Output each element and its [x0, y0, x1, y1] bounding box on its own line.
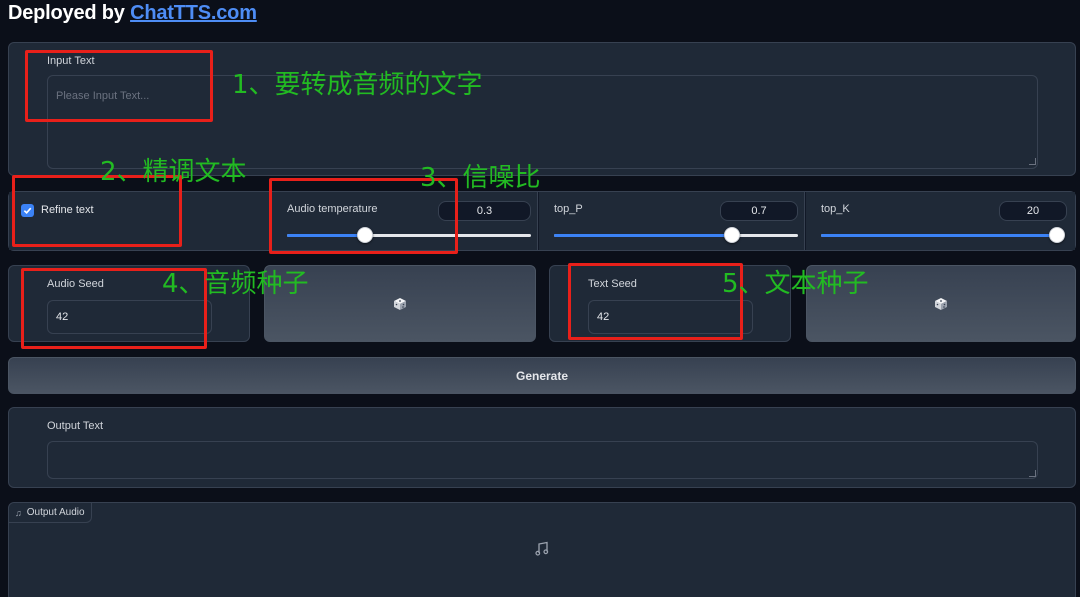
slider-thumb[interactable] — [1049, 227, 1065, 243]
annotation-text-4: 4、音频种子 — [162, 269, 309, 299]
dice-icon — [935, 297, 947, 310]
output-audio-label: Output Audio — [26, 507, 85, 518]
annotation-text-3: 3、信噪比 — [420, 163, 541, 193]
music-note-icon: ♫ — [15, 507, 22, 518]
resize-grip-icon[interactable] — [1029, 470, 1036, 477]
output-audio-panel: ♫ Output Audio — [8, 502, 1076, 597]
slider-track[interactable] — [554, 227, 798, 243]
music-note-icon — [534, 541, 550, 562]
slider-cell-top-k: top_K 20 — [806, 192, 1075, 250]
slider-label: top_P — [554, 203, 583, 215]
slider-fill — [554, 234, 733, 237]
output-text-area[interactable] — [47, 441, 1038, 479]
annotation-text-2: 2、精调文本 — [100, 157, 247, 187]
annotation-text-1: 1、要转成音频的文字 — [232, 70, 483, 100]
generate-button[interactable]: Generate — [8, 357, 1076, 394]
output-text-label: Output Text — [47, 420, 104, 432]
slider-label: top_K — [821, 203, 850, 215]
annotation-box-input-text — [25, 50, 213, 122]
dice-icon — [394, 297, 406, 310]
annotation-text-5: 5、文本种子 — [722, 269, 869, 299]
slider-number-input[interactable]: 0.7 — [720, 201, 798, 221]
resize-grip-icon[interactable] — [1029, 158, 1036, 165]
chattts-link[interactable]: ChatTTS.com — [130, 2, 257, 24]
slider-track[interactable] — [821, 227, 1065, 243]
slider-thumb[interactable] — [724, 227, 741, 243]
slider-cell-top-p: top_P 0.7 — [539, 192, 805, 250]
slider-fill — [821, 234, 1057, 237]
output-text-panel: Output Text — [8, 407, 1076, 488]
slider-number-input[interactable]: 20 — [999, 201, 1067, 221]
page-header: Deployed by ChatTTS.com — [8, 2, 257, 25]
header-prefix: Deployed by — [8, 2, 131, 24]
output-audio-tab: ♫ Output Audio — [9, 503, 92, 523]
annotation-box-text-seed — [568, 263, 743, 340]
